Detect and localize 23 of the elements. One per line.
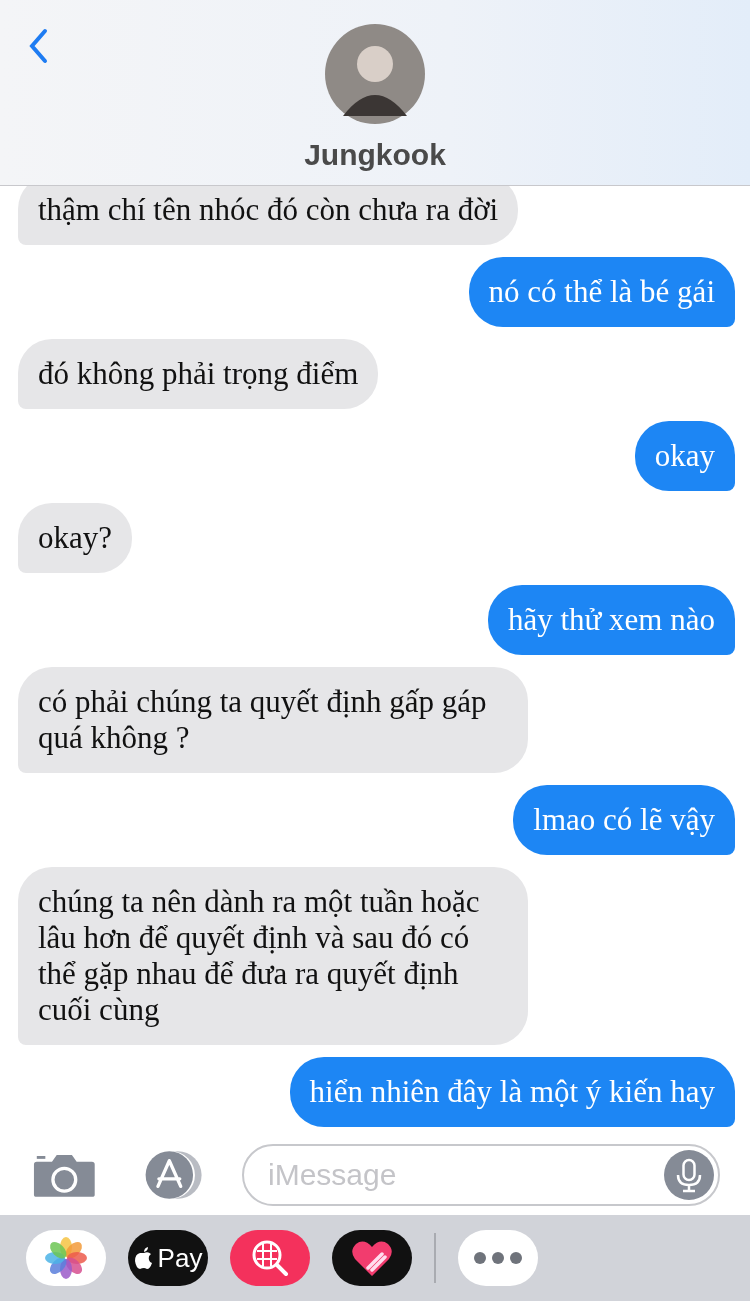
avatar-icon[interactable] xyxy=(325,24,425,124)
message-bubble: đó không phải trọng điểm xyxy=(18,339,379,409)
apple-icon xyxy=(133,1246,154,1270)
message-bubble: hiển nhiên đây là một ý kiến hay xyxy=(289,1057,735,1127)
message-bubble: có phải chúng ta quyết định gấp gáp quá không ? xyxy=(18,667,528,773)
message-bubble: okay? xyxy=(18,503,133,573)
message-bubble: lmao có lẽ vậy xyxy=(513,785,735,855)
microphone-icon[interactable] xyxy=(664,1150,714,1200)
more-apps-button[interactable] xyxy=(458,1230,538,1286)
message-bubble: nó có thể là bé gái xyxy=(468,257,735,327)
message-input-field[interactable]: iMessage xyxy=(242,1144,720,1206)
contact-name: Jungkook xyxy=(304,138,446,172)
message-bubble: thậm chí tên nhóc đó còn chưa ra đời xyxy=(18,186,519,245)
back-chevron-icon[interactable] xyxy=(28,28,48,64)
more-icon xyxy=(473,1251,523,1265)
message-bubble: hãy thử xem nào xyxy=(487,585,735,655)
pay-app-button[interactable]: Pay xyxy=(128,1230,208,1286)
heart-app-button[interactable] xyxy=(332,1230,412,1286)
message-bubble: okay xyxy=(634,421,735,491)
search-app-button[interactable] xyxy=(230,1230,310,1286)
photos-app-button[interactable] xyxy=(26,1230,106,1286)
flower-icon xyxy=(44,1236,88,1280)
message-bubble: chúng ta nên dành ra một tuần hoặc lâu hơn để quyết định và sau đó có thể gặp nhau để đưa ra quyết định cuối cùng xyxy=(18,867,528,1045)
